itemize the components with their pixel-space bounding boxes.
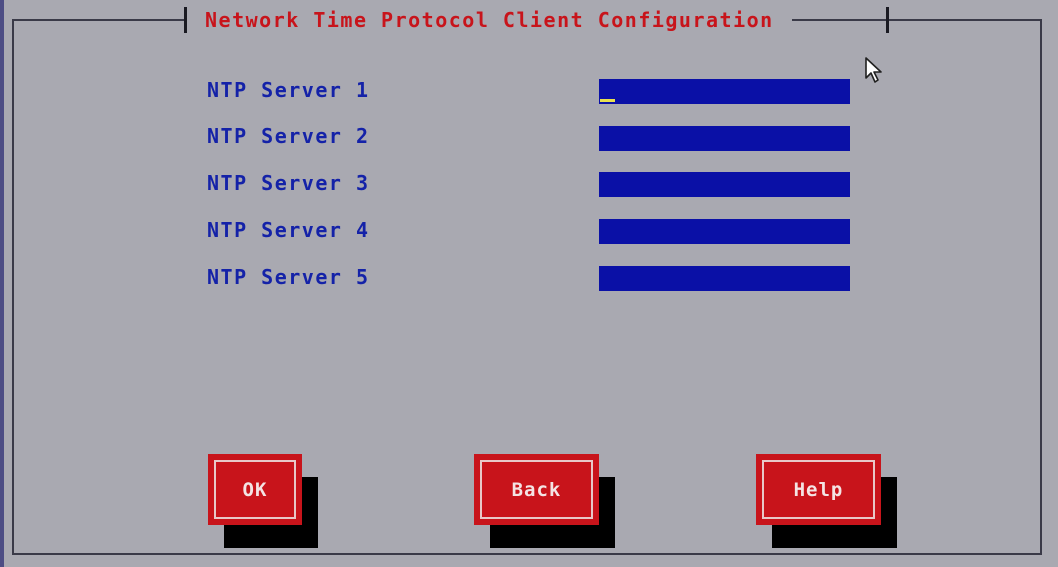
ntp-server-1-underline — [599, 102, 850, 104]
ntp-server-1-field[interactable] — [599, 79, 850, 103]
ntp-server-2-label: NTP Server 2 — [207, 124, 370, 148]
ntp-server-2-underline — [599, 149, 850, 151]
ntp-server-5-underline — [599, 289, 850, 291]
arrow-cursor-icon — [865, 57, 882, 83]
ntp-server-3-label: NTP Server 3 — [207, 171, 370, 195]
ntp-server-5-label: NTP Server 5 — [207, 265, 370, 289]
back-button[interactable]: Back — [474, 454, 599, 525]
ntp-server-4-field[interactable] — [599, 219, 850, 243]
help-button[interactable]: Help — [756, 454, 881, 525]
ntp-config-screen: Network Time Protocol Client Configurati… — [0, 0, 1058, 567]
title-right-tick — [886, 7, 889, 33]
ok-button-label: OK — [214, 460, 296, 519]
back-button-label: Back — [480, 460, 593, 519]
ok-button[interactable]: OK — [208, 454, 302, 525]
dialog-title: Network Time Protocol Client Configurati… — [205, 8, 774, 32]
screen-left-edge — [0, 0, 4, 567]
ntp-server-1-label: NTP Server 1 — [207, 78, 370, 102]
dialog-title-bar: Network Time Protocol Client Configurati… — [184, 6, 792, 34]
ntp-server-4-underline — [599, 242, 850, 244]
ntp-server-3-field[interactable] — [599, 172, 850, 196]
text-cursor — [600, 99, 615, 102]
help-button-label: Help — [762, 460, 875, 519]
ntp-server-4-label: NTP Server 4 — [207, 218, 370, 242]
ntp-server-2-field[interactable] — [599, 126, 850, 150]
ntp-server-5-field[interactable] — [599, 266, 850, 290]
ntp-server-3-underline — [599, 195, 850, 197]
